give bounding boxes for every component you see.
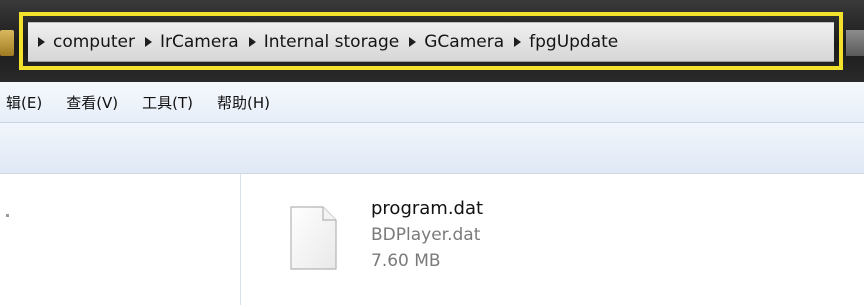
menu-edit[interactable]: 辑(E) [6, 92, 42, 113]
breadcrumb-gcamera[interactable]: GCamera [409, 32, 504, 52]
file-item[interactable]: program.dat BDPlayer.dat 7.60 MB [285, 196, 585, 296]
breadcrumb-label[interactable]: Internal storage [264, 32, 400, 52]
breadcrumb-label[interactable]: fpgUpdate [529, 32, 618, 52]
chevron-right-icon[interactable] [248, 37, 256, 47]
menu-tools[interactable]: 工具(T) [142, 92, 193, 113]
breadcrumb-label[interactable]: computer [53, 32, 135, 52]
chevron-right-icon[interactable] [38, 37, 45, 47]
folder-icon [0, 30, 14, 56]
breadcrumb-computer[interactable]: computer [38, 32, 135, 52]
menu-bar: 辑(E) 查看(V) 工具(T) 帮助(H) [0, 82, 864, 122]
breadcrumb-label[interactable]: GCamera [424, 32, 504, 52]
document-icon [290, 206, 337, 270]
file-size: 7.60 MB [371, 251, 441, 271]
file-type: BDPlayer.dat [371, 225, 481, 245]
refresh-button-stub[interactable] [846, 30, 864, 56]
file-name[interactable]: program.dat [371, 196, 483, 222]
chevron-right-icon[interactable] [409, 37, 417, 47]
file-details: program.dat BDPlayer.dat 7.60 MB [371, 196, 483, 274]
menu-help[interactable]: 帮助(H) [217, 92, 270, 113]
tree-expander-dot [6, 214, 9, 217]
breadcrumb-label[interactable]: IrCamera [160, 32, 239, 52]
breadcrumb-ircamera[interactable]: IrCamera [145, 32, 239, 52]
breadcrumb-internal-storage[interactable]: Internal storage [248, 32, 400, 52]
chevron-right-icon[interactable] [514, 37, 522, 47]
address-bar[interactable]: computer IrCamera Internal storage GCame… [28, 22, 834, 62]
command-toolbar [0, 122, 864, 174]
navigation-pane[interactable] [0, 174, 241, 305]
chevron-right-icon[interactable] [145, 37, 152, 47]
breadcrumb-fpgupdate[interactable]: fpgUpdate [514, 32, 618, 52]
menu-view[interactable]: 查看(V) [66, 92, 118, 113]
